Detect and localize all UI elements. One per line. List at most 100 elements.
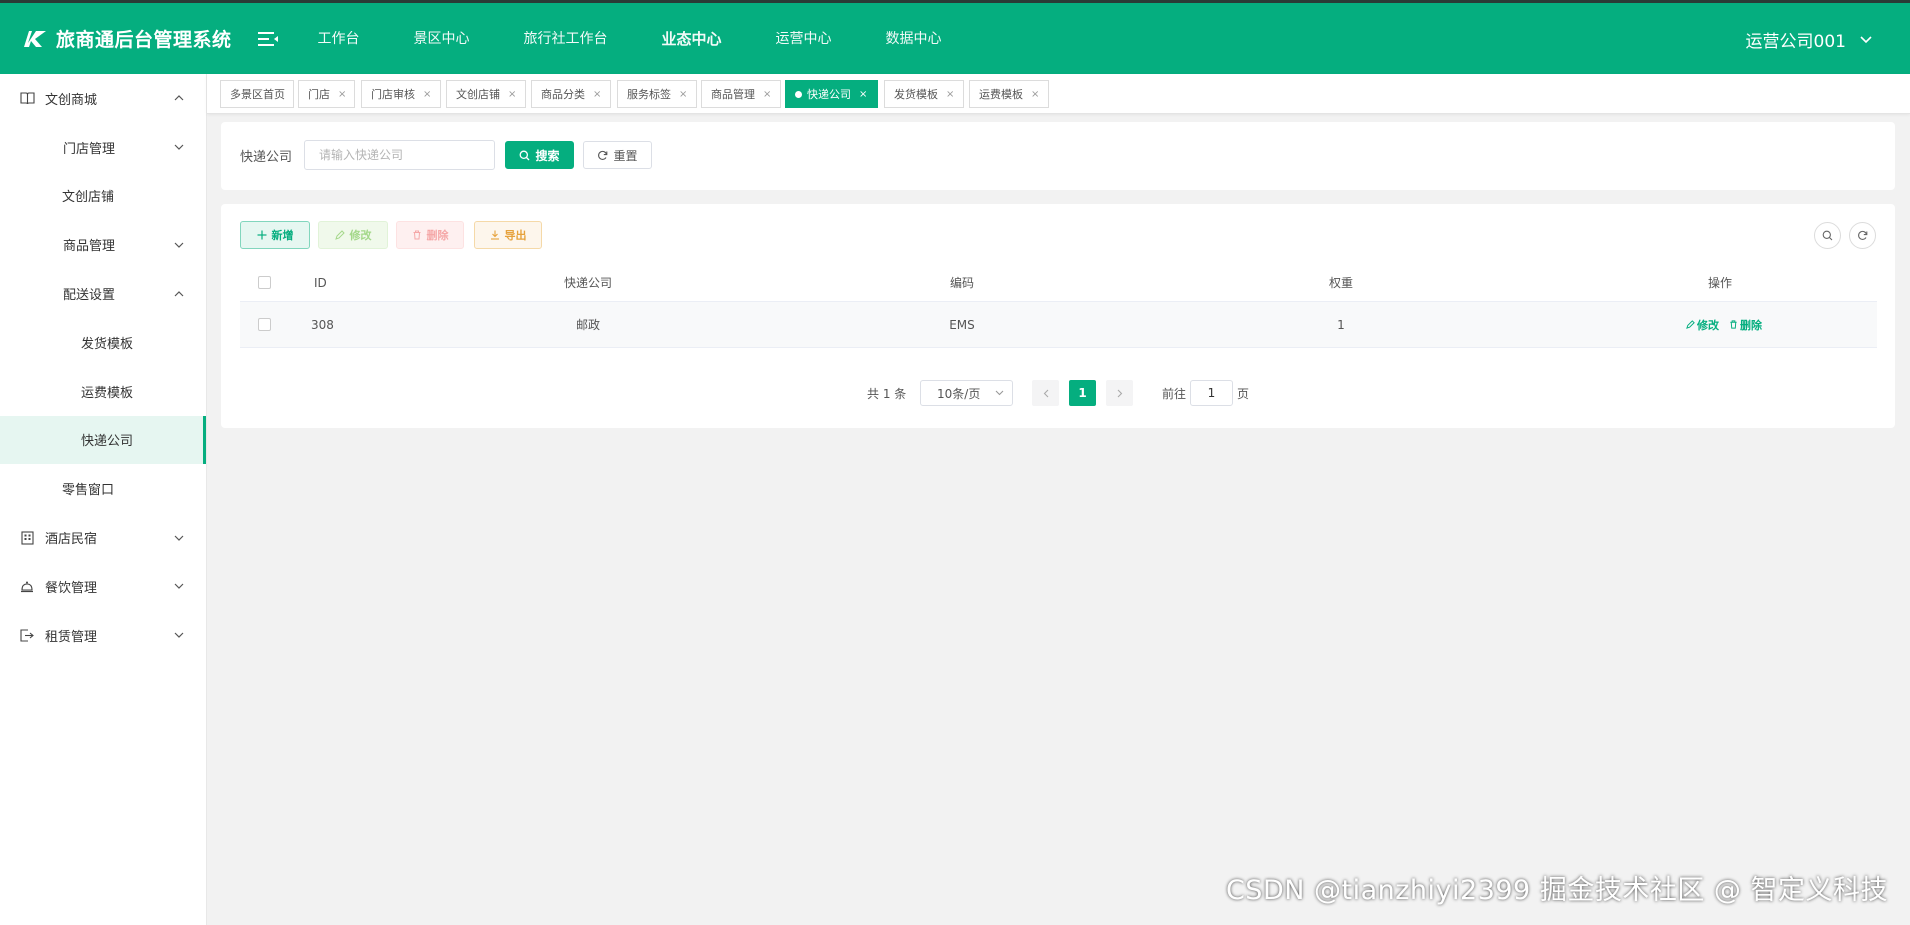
sidebar-item-store-management[interactable]: 门店管理 [0, 123, 206, 172]
sidebar-item-delivery-settings[interactable]: 配送设置 [0, 269, 206, 318]
refresh-icon [1858, 230, 1868, 240]
row-checkbox[interactable] [258, 318, 271, 331]
tab-label: 门店审核 [371, 88, 415, 101]
close-icon[interactable]: × [763, 89, 771, 100]
close-icon[interactable]: × [859, 89, 867, 100]
trash-icon [1730, 320, 1737, 329]
pagination: 共 1 条 10条/页 1 前往 页 [221, 380, 1895, 406]
prev-page-button[interactable] [1032, 380, 1059, 406]
express-company-table: ID 快递公司 编码 权重 操作 308 邮政 EMS 1 修改 删除 [240, 264, 1877, 348]
column-header-id: ID [314, 275, 327, 290]
add-button-label: 新增 [271, 229, 294, 242]
tab-label: 发货模板 [894, 88, 938, 101]
chevron-left-icon [1043, 389, 1048, 397]
dish-icon [19, 578, 35, 594]
chevron-down-icon [174, 583, 184, 590]
edit-button-label: 修改 [349, 229, 372, 242]
sidebar-item-label: 发货模板 [81, 336, 134, 352]
tabs-bar: 多景区首页 门店 × 门店审核 × 文创店铺 × 商品分类 × 服务标签 × 商品管理 × … [207, 74, 1910, 114]
sidebar-item-shipping-template[interactable]: 发货模板 [0, 318, 206, 367]
add-button[interactable]: 新增 [240, 221, 310, 249]
tab-label: 快递公司 [807, 88, 851, 101]
next-page-button[interactable] [1106, 380, 1133, 406]
tab-label: 运费模板 [979, 88, 1023, 101]
table-header-row: ID 快递公司 编码 权重 操作 [240, 264, 1877, 302]
topnav-agency-workbench[interactable]: 旅行社工作台 [524, 28, 608, 49]
sidebar-item-label: 门店管理 [63, 141, 116, 157]
tab-store[interactable]: 门店 × [298, 80, 355, 108]
user-menu[interactable]: 运营公司001 [1746, 27, 1872, 52]
goto-page-input[interactable] [1190, 380, 1233, 406]
page-button-1[interactable]: 1 [1069, 380, 1096, 406]
sidebar-item-express-company[interactable]: 快递公司 [0, 415, 206, 465]
delete-button[interactable]: 删除 [396, 221, 464, 249]
top-header: 旅商通后台管理系统 工作台 景区中心 旅行社工作台 业态中心 运营中心 数据中心… [0, 0, 1910, 74]
app-title: 旅商通后台管理系统 [56, 29, 232, 51]
chevron-down-icon [995, 390, 1004, 396]
row-delete-link[interactable]: 删除 [1729, 317, 1762, 333]
sidebar-item-freight-template[interactable]: 运费模板 [0, 367, 206, 416]
row-edit-label: 修改 [1697, 318, 1719, 332]
sidebar-item-cultural-shop[interactable]: 文创店铺 [0, 172, 206, 221]
close-icon[interactable]: × [946, 89, 954, 100]
cell-code: EMS [949, 317, 975, 332]
close-icon[interactable]: × [423, 89, 431, 100]
express-company-search-input[interactable] [304, 140, 495, 170]
edit-icon [334, 230, 345, 240]
close-icon[interactable]: × [679, 89, 687, 100]
tab-store-audit[interactable]: 门店审核 × [361, 80, 441, 108]
sidebar-item-product-management[interactable]: 商品管理 [0, 220, 206, 269]
tab-freight-template[interactable]: 运费模板 × [969, 80, 1049, 108]
download-icon [490, 230, 499, 240]
tab-shipping-template[interactable]: 发货模板 × [884, 80, 964, 108]
close-icon[interactable]: × [593, 89, 601, 100]
search-button[interactable]: 搜索 [505, 141, 574, 169]
topnav-workbench[interactable]: 工作台 [318, 28, 360, 49]
edit-icon [1686, 320, 1695, 329]
close-icon[interactable]: × [338, 89, 346, 100]
sidebar-item-retail-window[interactable]: 零售窗口 [0, 464, 206, 513]
topnav-data-center[interactable]: 数据中心 [886, 28, 942, 49]
menu-toggle-icon[interactable] [257, 30, 280, 48]
table-row: 308 邮政 EMS 1 修改 删除 [240, 302, 1877, 348]
edit-button[interactable]: 修改 [318, 221, 388, 249]
export-button[interactable]: 导出 [474, 221, 542, 249]
reset-button[interactable]: 重置 [583, 141, 652, 169]
sidebar-item-label: 商品管理 [63, 239, 116, 255]
toggle-search-button[interactable] [1814, 222, 1841, 249]
sidebar-item-catering[interactable]: 餐饮管理 [0, 562, 206, 611]
logo[interactable]: 旅商通后台管理系统 [22, 25, 232, 52]
tab-label: 门店 [308, 88, 330, 101]
sidebar-item-rental[interactable]: 租赁管理 [0, 611, 206, 660]
search-label: 快递公司 [240, 150, 293, 165]
sidebar-item-hotel[interactable]: 酒店民宿 [0, 513, 206, 562]
page-size-select[interactable]: 10条/页 [920, 380, 1013, 406]
topnav-business-center[interactable]: 业态中心 [662, 28, 722, 49]
topnav-scenic-center[interactable]: 景区中心 [414, 28, 470, 49]
sidebar: 文创商城 门店管理 文创店铺 商品管理 配送设置 发货模板 运费模板 快递公司 … [0, 74, 207, 925]
tab-cultural-shop[interactable]: 文创店铺 × [446, 80, 526, 108]
table-panel: 新增 修改 删除 导出 ID 快递公司 编码 权重 操作 308 邮政 EMS … [221, 204, 1895, 428]
select-all-checkbox[interactable] [258, 276, 271, 289]
watermark: CSDN @tianzhiyi2399 掘金技术社区 @ 智定义科技 [1225, 875, 1888, 906]
tab-product-category[interactable]: 商品分类 × [531, 80, 611, 108]
tab-multi-scenic-home[interactable]: 多景区首页 [220, 80, 294, 108]
sidebar-item-label: 配送设置 [63, 288, 116, 304]
sidebar-item-cultural-mall[interactable]: 文创商城 [0, 74, 206, 123]
search-icon [520, 150, 530, 160]
tab-service-tag[interactable]: 服务标签 × [617, 80, 697, 108]
chevron-up-icon [174, 290, 184, 297]
search-button-label: 搜索 [535, 148, 560, 163]
tab-express-company[interactable]: 快递公司 × [785, 80, 878, 108]
reset-button-label: 重置 [613, 148, 638, 163]
topnav-operation-center[interactable]: 运营中心 [776, 28, 832, 49]
close-icon[interactable]: × [1031, 89, 1039, 100]
logo-icon [22, 29, 48, 49]
sidebar-item-label: 运费模板 [81, 385, 134, 401]
chevron-down-icon [174, 144, 184, 151]
refresh-table-button[interactable] [1849, 222, 1876, 249]
tab-product-management[interactable]: 商品管理 × [701, 80, 781, 108]
row-edit-link[interactable]: 修改 [1686, 317, 1719, 333]
close-icon[interactable]: × [508, 89, 516, 100]
trash-icon [413, 230, 420, 240]
